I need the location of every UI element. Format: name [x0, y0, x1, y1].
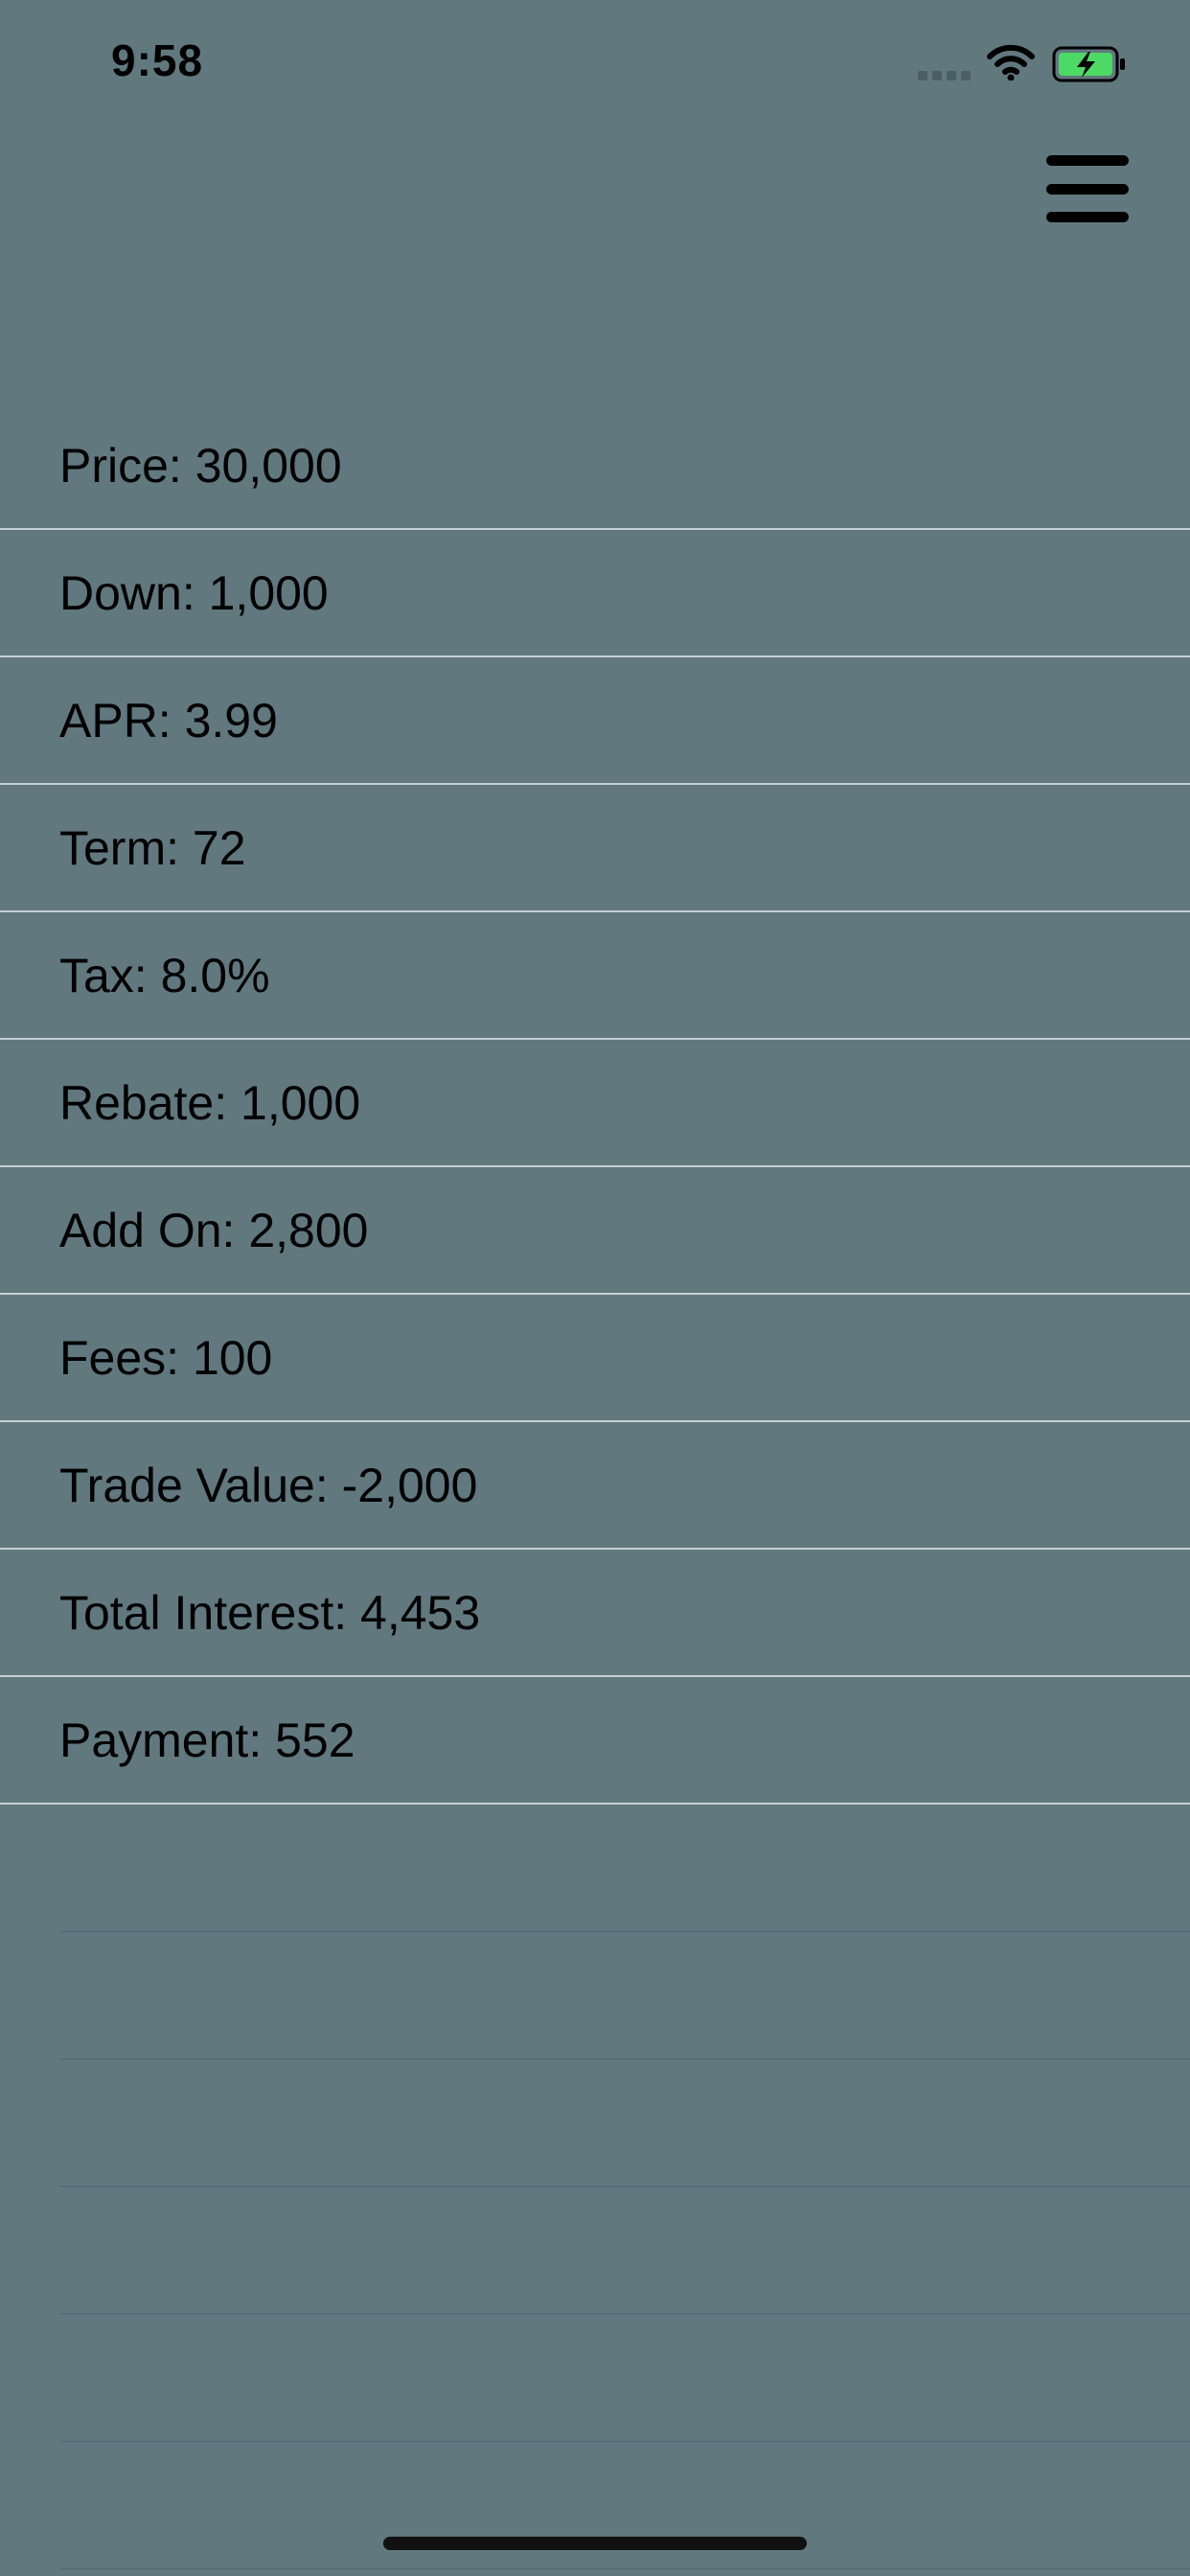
row-down[interactable]: Down: 1,000 — [0, 530, 1190, 657]
empty-row — [59, 1805, 1190, 1932]
price-label: Price: 30,000 — [59, 439, 342, 493]
row-tax[interactable]: Tax: 8.0% — [0, 912, 1190, 1040]
home-indicator[interactable] — [383, 2537, 807, 2550]
total-interest-label: Total Interest: 4,453 — [59, 1586, 481, 1640]
tax-label: Tax: 8.0% — [59, 949, 270, 1002]
row-trade-value[interactable]: Trade Value: -2,000 — [0, 1422, 1190, 1550]
fees-label: Fees: 100 — [59, 1331, 273, 1385]
term-label: Term: 72 — [59, 821, 246, 875]
status-bar: 9:58 — [0, 0, 1190, 125]
row-price[interactable]: Price: 30,000 — [0, 402, 1190, 530]
empty-row — [59, 2314, 1190, 2442]
empty-row — [59, 1932, 1190, 2059]
trade-value-label: Trade Value: -2,000 — [59, 1459, 478, 1512]
add-on-label: Add On: 2,800 — [59, 1204, 369, 1257]
row-total-interest: Total Interest: 4,453 — [0, 1550, 1190, 1677]
empty-row — [59, 2059, 1190, 2187]
loan-details-list: Price: 30,000 Down: 1,000 APR: 3.99 Term… — [0, 402, 1190, 2569]
row-payment: Payment: 552 — [0, 1677, 1190, 1805]
rebate-label: Rebate: 1,000 — [59, 1076, 361, 1130]
payment-label: Payment: 552 — [59, 1714, 355, 1767]
hamburger-menu-icon[interactable] — [1044, 151, 1133, 226]
row-add-on[interactable]: Add On: 2,800 — [0, 1167, 1190, 1295]
apr-label: APR: 3.99 — [59, 694, 278, 748]
wifi-icon — [987, 44, 1035, 80]
row-fees[interactable]: Fees: 100 — [0, 1295, 1190, 1422]
empty-row — [59, 2442, 1190, 2569]
row-term[interactable]: Term: 72 — [0, 785, 1190, 912]
battery-charging-icon — [1052, 46, 1125, 82]
row-apr[interactable]: APR: 3.99 — [0, 657, 1190, 785]
empty-row — [59, 2187, 1190, 2314]
status-time: 9:58 — [111, 35, 204, 85]
signal-icon — [918, 71, 971, 80]
row-rebate[interactable]: Rebate: 1,000 — [0, 1040, 1190, 1167]
down-label: Down: 1,000 — [59, 566, 329, 620]
